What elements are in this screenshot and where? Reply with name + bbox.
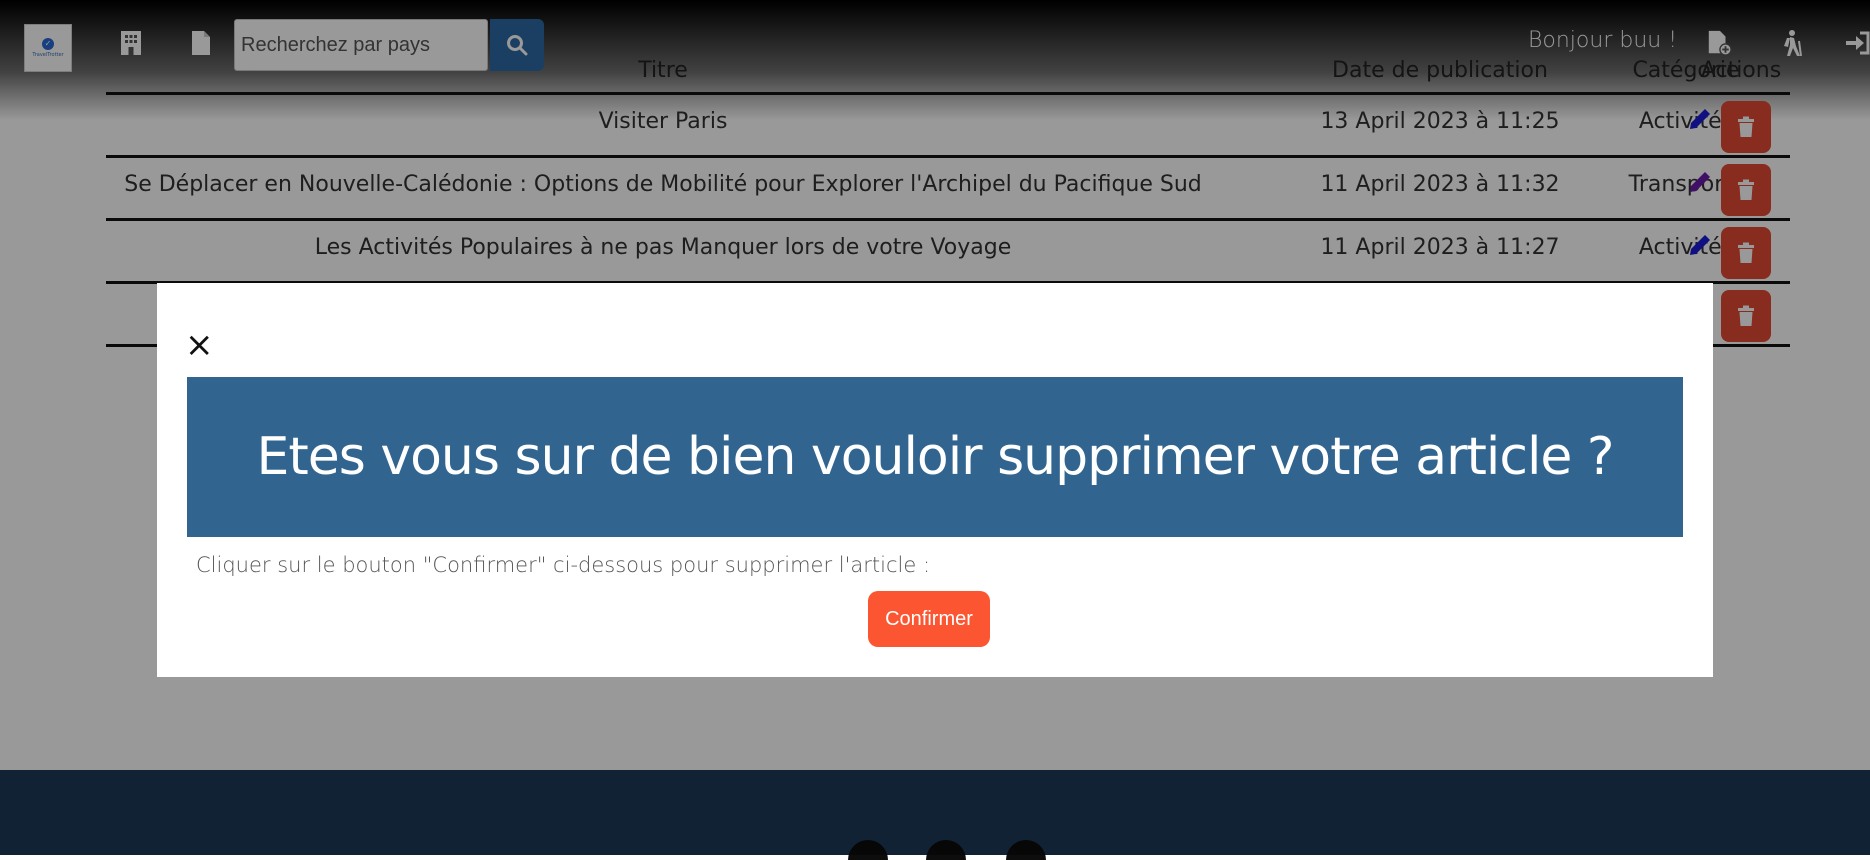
delete-confirm-modal: × Etes vous sur de bien vouloir supprime… — [157, 283, 1713, 677]
page: ✓ TravelTrotter Bonjour buu ! Titre Date… — [0, 0, 1870, 860]
close-icon[interactable]: × — [185, 328, 214, 362]
modal-instruction: Cliquer sur le bouton "Confirmer" ci-des… — [196, 553, 931, 577]
confirm-button[interactable]: Confirmer — [868, 591, 990, 647]
modal-header: Etes vous sur de bien vouloir supprimer … — [187, 377, 1683, 537]
modal-title: Etes vous sur de bien vouloir supprimer … — [256, 427, 1614, 487]
